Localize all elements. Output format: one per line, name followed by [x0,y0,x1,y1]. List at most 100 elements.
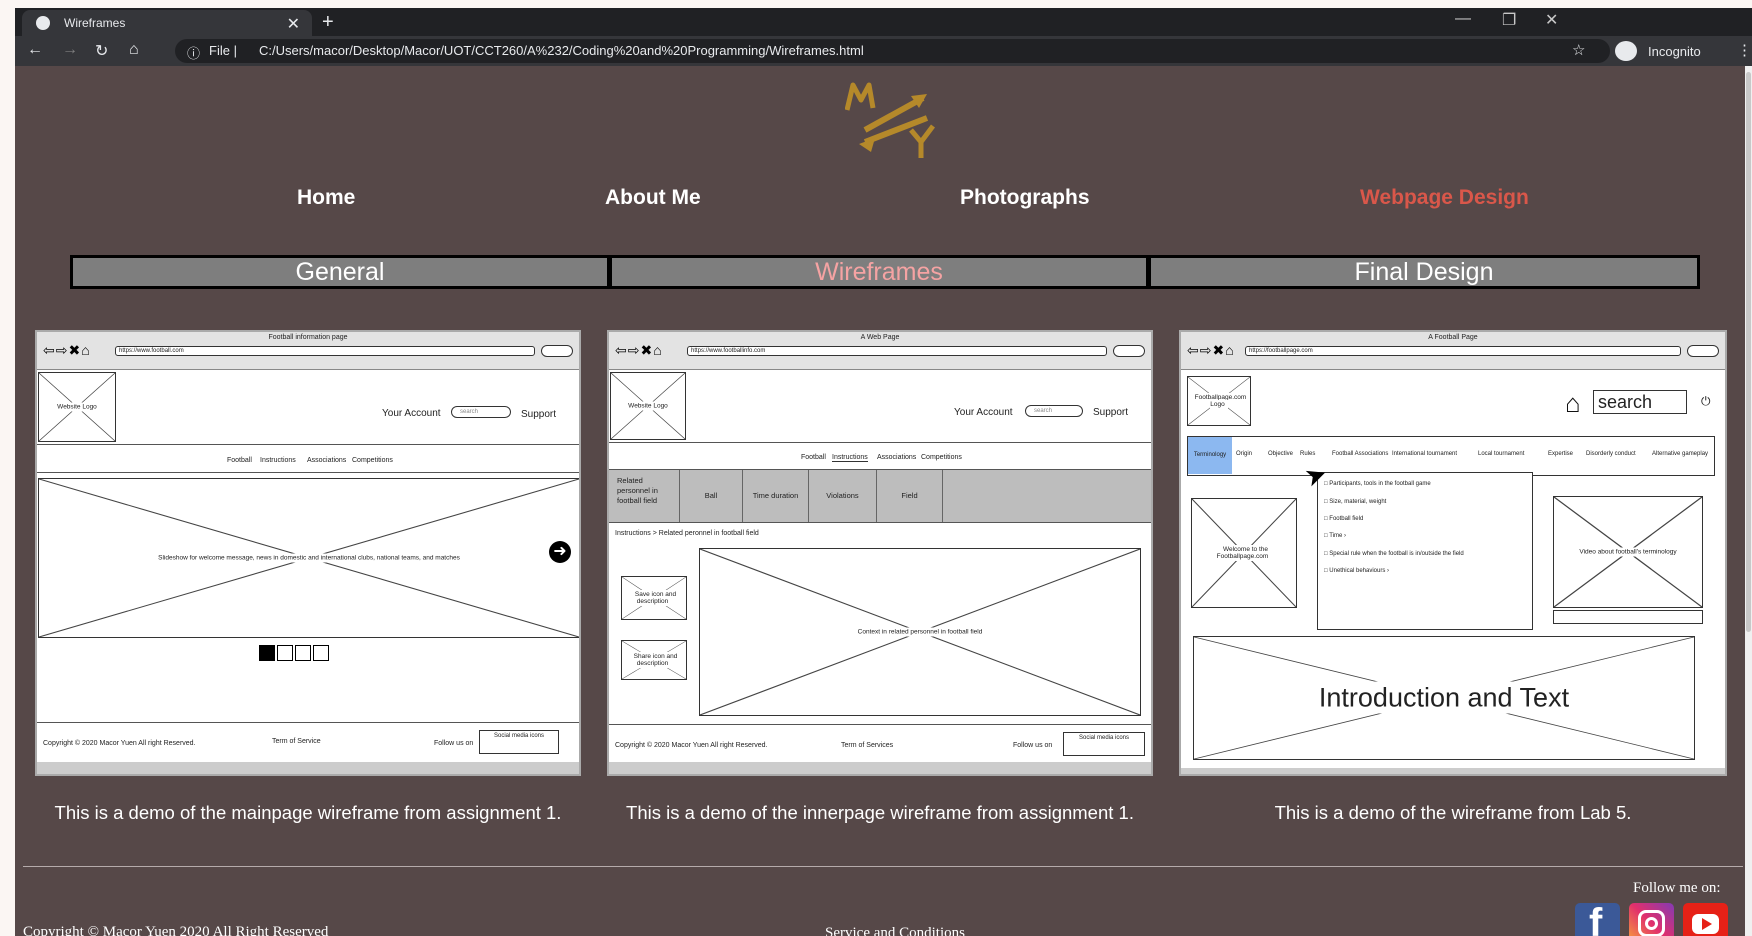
wf-home-icon: ⌂ [1565,388,1581,418]
instagram-icon[interactable] [1629,903,1674,936]
wf-welcome-box: Welcome to the Footballpage.com [1191,498,1297,608]
wf-next-arrow-icon: ➜ [549,541,571,563]
wf-url: https://www.footballinfo.com [687,346,1107,356]
wf-menu-item: Alternative gameplay [1652,451,1709,457]
new-tab-button[interactable]: + [322,11,334,34]
scrollbar[interactable] [1745,66,1752,936]
wf-tab: Violations [809,470,877,522]
nav-home[interactable]: Home [297,186,355,210]
menu-icon[interactable]: ⋮ [1737,41,1752,59]
subtab-general[interactable]: General [73,258,607,286]
wf-url: https://www.football.com [115,346,535,356]
address-scheme: File | [209,43,237,58]
back-icon[interactable]: ← [27,41,43,59]
wf-page-title: A Web Page [860,334,900,341]
footer-service-link[interactable]: Service and Conditions [825,925,965,936]
wf-lab-menu: Terminology Origin Objective Rules Footb… [1187,436,1715,476]
incognito-icon [1615,41,1637,61]
wf-slide-dots [259,645,329,663]
wf-breadcrumb: Instructions > Related peronnel in footb… [615,530,759,537]
wf-power-icon: ⏻ [1701,394,1711,408]
browser-window: Wireframes ✕ + — ❐ ✕ ← → ↻ ⌂ ⓘ File | C:… [15,8,1752,936]
wf-account: Your Account [382,408,441,419]
wf-menu-item: Terminology [1188,437,1232,474]
wf-dropdown-item: Unethical behaviours [1329,568,1386,574]
wf-tab: Ball [679,470,743,522]
caption-inner: This is a demo of the innerpage wirefram… [626,802,1134,823]
wf-menu-item: Origin [1236,451,1253,457]
wf-menu-item: Instructions [260,457,296,464]
wf-social-box: Social media icons [1063,732,1145,756]
site-logo[interactable] [845,80,940,160]
wf-video-label: Video about football's terminology [1576,547,1680,557]
wf-dropdown-item: Size, material, weight [1329,499,1387,505]
wf-support: Support [1093,407,1129,418]
wf-save-box: Save icon and description [621,576,687,620]
wf-dropdown-item: Time [1329,533,1343,539]
wf-menu-item: Football Associations [1332,451,1389,457]
address-bar[interactable]: ⓘ File | C:/Users/macor/Desktop/Macor/UO… [175,39,1610,63]
wireframe-inner[interactable]: A Web Page ⇦⇨✖⌂ https://www.footballinfo… [607,330,1153,776]
wf-social-box: Social media icons [479,730,559,754]
wf-search: search [1593,390,1687,414]
restore-icon[interactable]: ❐ [1502,10,1516,30]
wf-menu-item: Rules [1300,451,1316,457]
wf-menu-item: Instructions [832,454,868,462]
nav-photographs[interactable]: Photographs [960,186,1090,210]
wf-support: Support [521,409,557,420]
wf-menu-item: Objective [1268,451,1294,457]
wf-menu-item: Associations [307,457,347,464]
wf-nav-icons: ⇦⇨✖⌂ [43,342,91,358]
wf-browser-bar: Football information page ⇦⇨✖⌂ https://w… [37,332,579,370]
wf-page-title: Football information page [268,334,348,341]
wf-dropdown-item: Football field [1329,516,1364,522]
bookmark-star-icon[interactable]: ☆ [1572,41,1585,59]
wireframe-lab[interactable]: A Football Page ⇦⇨✖⌂ https://footballpag… [1179,330,1727,776]
wf-browser-bar: A Football Page ⇦⇨✖⌂ https://footballpag… [1181,332,1725,370]
wf-tab: Field [877,470,943,522]
wf-welcome-label: Welcome to the Footballpage.com [1216,545,1272,561]
wf-account: Your Account [954,407,1013,418]
wf-logo-label: Website Logo [54,402,100,412]
wf-tab: Related personnel in football field [617,476,658,505]
wf-context-label: Context in related personnel in football… [854,627,986,637]
wf-dropdown: □ Participants, tools in the football ga… [1317,472,1533,630]
wf-status-bar [1181,768,1725,774]
wf-search-icon [1113,345,1145,357]
wf-follow: Follow us on [434,740,474,747]
wf-page-title: A Football Page [1428,334,1478,341]
globe-icon [36,16,50,30]
wf-search-icon [541,345,573,357]
reload-icon[interactable]: ↻ [95,41,108,61]
browser-tab[interactable]: Wireframes ✕ [22,10,312,36]
nav-webpage-design[interactable]: Webpage Design [1360,186,1529,210]
subtab-wireframes[interactable]: Wireframes [612,258,1146,286]
tab-title: Wireframes [64,16,126,30]
facebook-icon[interactable]: f [1575,901,1620,936]
wf-menu-item: Local tournament [1478,451,1525,457]
home-icon[interactable]: ⌂ [129,41,139,59]
forward-icon[interactable]: → [62,41,78,59]
wf-search: search [1025,405,1083,417]
wf-search: search [451,406,511,418]
wf-menu-item: Football [801,454,826,461]
footer-copyright: Copyright © Macor Yuen 2020 All Right Re… [23,924,329,936]
subtab-final-design[interactable]: Final Design [1151,258,1697,286]
wf-save-label: Save icon and description [631,590,677,606]
youtube-icon[interactable] [1683,903,1728,936]
wf-share-box: Share icon and description [621,640,687,680]
wireframe-main[interactable]: Football information page ⇦⇨✖⌂ https://w… [35,330,581,776]
close-window-icon[interactable]: ✕ [1545,10,1558,30]
incognito-label: Incognito [1648,44,1701,59]
wf-menu-item: Competitions [921,454,962,461]
close-tab-icon[interactable]: ✕ [287,14,300,34]
minimize-icon[interactable]: — [1455,10,1471,28]
wf-divider [37,444,579,445]
wf-logo-box: Website Logo [610,372,686,440]
wf-intro-box: Introduction and Text [1193,636,1695,760]
wf-logo-label: Website Logo [625,401,671,411]
wf-nav-icons: ⇦⇨✖⌂ [1187,342,1235,358]
scrollbar-thumb[interactable] [1746,72,1751,632]
wf-browser-bar: A Web Page ⇦⇨✖⌂ https://www.footballinfo… [609,332,1151,370]
nav-about-me[interactable]: About Me [605,186,701,210]
